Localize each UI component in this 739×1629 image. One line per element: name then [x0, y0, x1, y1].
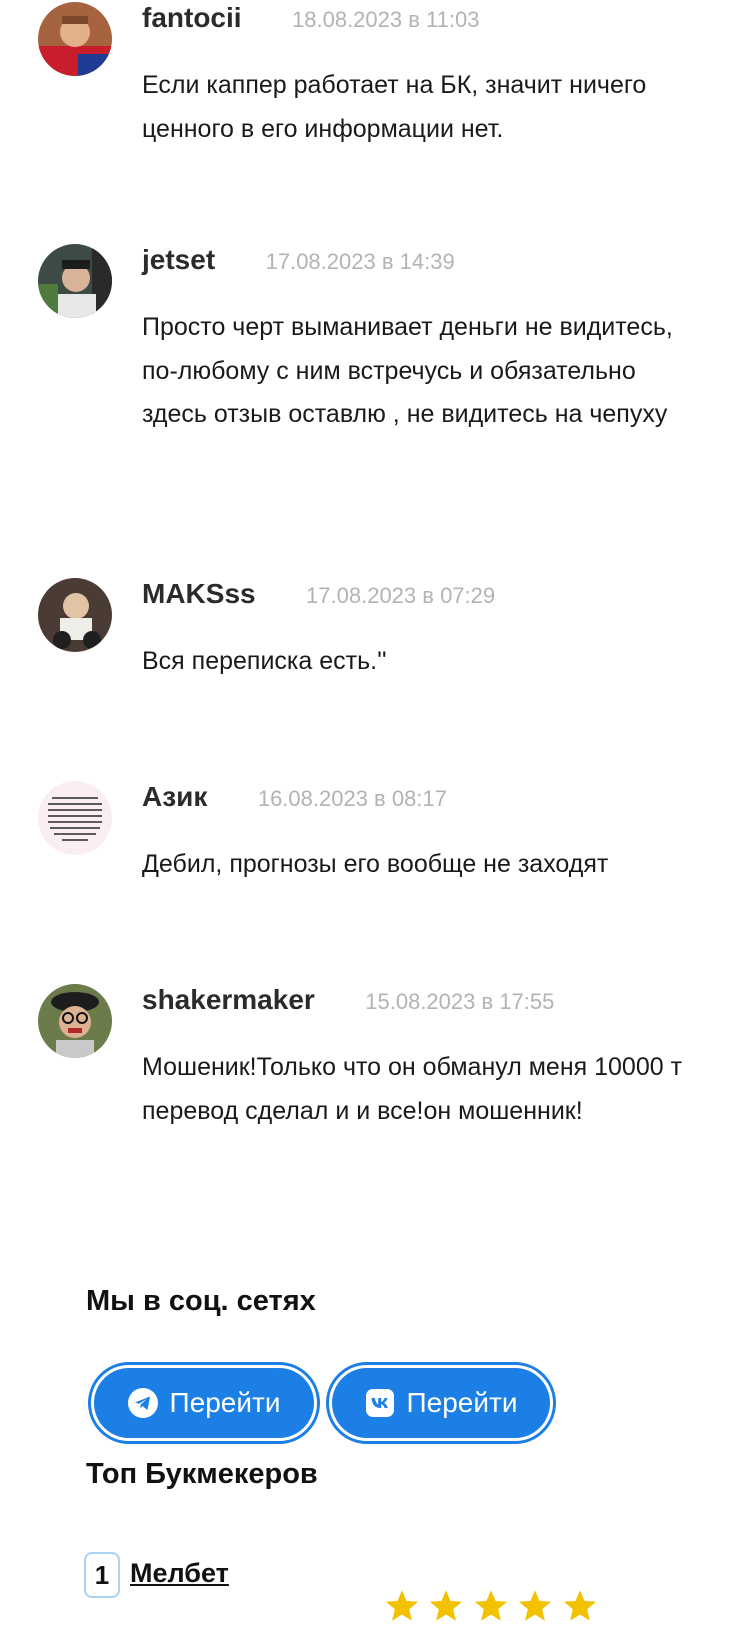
star-icon — [385, 1590, 419, 1621]
star-icon — [474, 1590, 507, 1621]
avatar — [38, 984, 112, 1058]
avatar — [38, 578, 112, 652]
comment-date: 17.08.2023 в 07:29 — [306, 583, 496, 608]
comment-text: Мошеник!Только что он обманул меня 10000… — [142, 1053, 683, 1125]
comment-author: jetset — [142, 244, 216, 275]
comment-date: 15.08.2023 в 17:55 — [365, 989, 555, 1014]
bookmaker-link[interactable]: Мелбет — [130, 1558, 229, 1589]
comment-date: 16.08.2023 в 08:17 — [257, 786, 447, 811]
comment-date: 18.08.2023 в 11:03 — [292, 7, 480, 32]
comment-author: MAKSss — [142, 578, 256, 609]
comment-author: fantocii — [142, 2, 242, 33]
telegram-icon — [127, 1388, 158, 1418]
star-icon — [519, 1590, 552, 1621]
comment-text: Просто черт выманивает деньги не видитес… — [142, 313, 673, 428]
telegram-button-label: Перейти — [169, 1387, 281, 1418]
star-icon — [430, 1590, 463, 1621]
comment-author: shakermaker — [142, 984, 315, 1015]
avatar — [38, 781, 112, 855]
comment-text: Дебил, прогнозы его вообще не заходят — [142, 850, 609, 878]
social-section-title: Мы в соц. сетях — [86, 1285, 316, 1317]
comment-date: 17.08.2023 в 14:39 — [265, 249, 455, 274]
avatar — [38, 244, 112, 318]
telegram-button[interactable]: Перейти — [88, 1362, 320, 1444]
rating-stars — [384, 1588, 602, 1629]
top-bookmakers-title: Топ Букмекеров — [86, 1458, 318, 1490]
vk-button[interactable]: Перейти — [326, 1362, 556, 1444]
comment-author: Азик — [142, 781, 208, 812]
star-icon — [563, 1590, 596, 1621]
vk-icon — [365, 1388, 395, 1418]
comment-text: Если каппер работает на БК, значит ничег… — [142, 71, 647, 143]
vk-button-label: Перейти — [406, 1387, 518, 1418]
avatar — [38, 2, 112, 76]
comment-text: Вся переписка есть.'' — [142, 647, 387, 675]
rank-number: 1 — [84, 1552, 120, 1598]
